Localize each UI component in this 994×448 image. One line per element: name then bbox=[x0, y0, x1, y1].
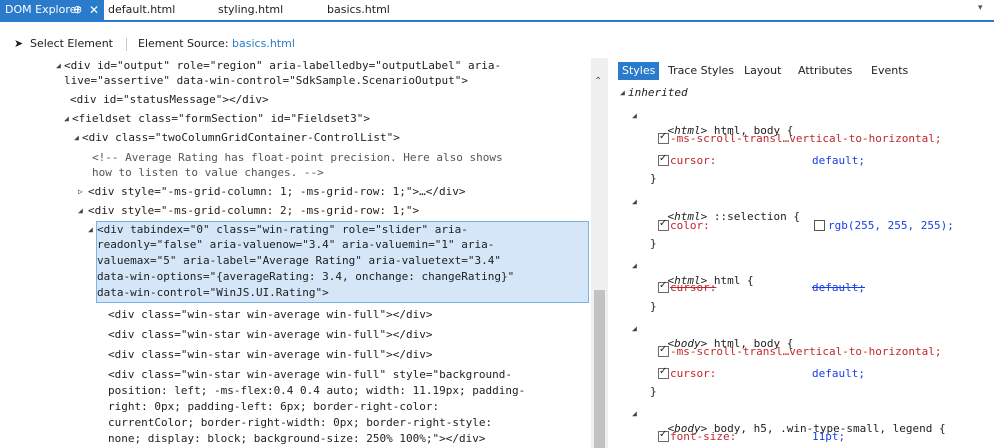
color-swatch[interactable] bbox=[814, 220, 825, 231]
collapse-triangle-icon[interactable]: ◢ bbox=[78, 203, 83, 218]
dom-node-win-rating-cont[interactable]: data-win-control="WinJS.UI.Rating"> bbox=[97, 285, 329, 300]
dom-node-win-rating-cont[interactable]: valuemax="5" aria-label="Average Rating"… bbox=[97, 253, 501, 268]
element-source-label: Element Source: bbox=[138, 37, 229, 50]
collapse-triangle-icon[interactable]: ◢ bbox=[632, 406, 637, 421]
cursor-arrow-icon: ➤ bbox=[14, 37, 24, 50]
dom-node-win-star[interactable]: <div class="win-star win-average win-ful… bbox=[108, 307, 433, 322]
styles-pane: Styles Trace Styles Layout Attributes Ev… bbox=[612, 58, 994, 448]
scroll-up-chevron-icon[interactable]: ⌃ bbox=[594, 76, 602, 87]
dom-node-fieldset[interactable]: <fieldset class="formSection" id="Fields… bbox=[72, 111, 370, 126]
dom-node-win-star-partial-cont[interactable]: right: 0px; padding-left: 6px; border-ri… bbox=[108, 399, 439, 414]
property-name[interactable]: cursor: bbox=[670, 366, 716, 381]
rule-html-html-body: <html> html, body { bbox=[667, 124, 794, 137]
rule-close-brace: } bbox=[650, 237, 657, 250]
element-source: Element Source: basics.html bbox=[138, 34, 295, 54]
property-value-overridden[interactable]: default; bbox=[812, 280, 865, 295]
dom-node-win-star-partial-cont[interactable]: none; display: block; background-size: 2… bbox=[108, 431, 486, 446]
dom-explorer-toolbar: ➤ Select Element Element Source: basics.… bbox=[0, 34, 994, 54]
tab-events[interactable]: Events bbox=[871, 62, 908, 80]
property-value[interactable]: default; bbox=[812, 153, 865, 168]
dom-node-output[interactable]: <div id="output" role="region" aria-labe… bbox=[64, 58, 501, 73]
element-source-link[interactable]: basics.html bbox=[232, 37, 295, 50]
dom-node-grid-col1[interactable]: <div style="-ms-grid-column: 1; -ms-grid… bbox=[88, 184, 466, 199]
rule-close-brace: } bbox=[650, 385, 657, 398]
property-checkbox[interactable] bbox=[658, 344, 669, 357]
dom-node-output-cont[interactable]: live="assertive" data-win-control="SdkSa… bbox=[64, 73, 468, 88]
property-name[interactable]: cursor: bbox=[670, 153, 716, 168]
dom-node-win-star-partial-cont[interactable]: currentColor; border-right-width: 0px; b… bbox=[108, 415, 492, 430]
property-checkbox[interactable] bbox=[658, 280, 669, 293]
dom-node-grid-col2[interactable]: <div style="-ms-grid-column: 2; -ms-grid… bbox=[88, 203, 419, 218]
collapse-triangle-icon[interactable]: ◢ bbox=[620, 85, 625, 100]
property-name[interactable]: font-size: bbox=[670, 429, 736, 444]
property-value[interactable]: default; bbox=[812, 366, 865, 381]
dom-node-grid-container[interactable]: <div class="twoColumnGridContainer-Contr… bbox=[82, 130, 400, 145]
property-name[interactable]: -ms-scroll-transl…vertical-to-horizontal… bbox=[670, 344, 942, 359]
dom-comment[interactable]: <!-- Average Rating has float-point prec… bbox=[92, 150, 503, 165]
property-checkbox[interactable] bbox=[658, 131, 669, 144]
tab-layout[interactable]: Layout bbox=[744, 62, 781, 80]
dom-comment-cont[interactable]: how to listen to value changes. --> bbox=[92, 165, 324, 180]
dom-node-win-star-partial-cont[interactable]: position: left; -ms-flex:0.4 0.4 auto; w… bbox=[108, 383, 525, 398]
document-tab-bar: DOM Explorer ⊕ ✕ default.html styling.ht… bbox=[0, 0, 994, 22]
dom-node-win-star[interactable]: <div class="win-star win-average win-ful… bbox=[108, 327, 433, 342]
collapse-triangle-icon[interactable]: ◢ bbox=[56, 58, 61, 73]
dom-node-win-rating-cont[interactable]: readonly="false" aria-valuenow="3.4" ari… bbox=[97, 237, 494, 252]
expand-triangle-icon[interactable]: ▷ bbox=[78, 184, 83, 199]
collapse-triangle-icon[interactable]: ◢ bbox=[64, 111, 69, 126]
pin-icon[interactable]: ⊕ bbox=[73, 0, 82, 20]
property-name[interactable]: -ms-scroll-transl…vertical-to-horizontal… bbox=[670, 131, 942, 146]
tab-attributes[interactable]: Attributes bbox=[798, 62, 852, 80]
rule-close-brace: } bbox=[650, 300, 657, 313]
tab-styles[interactable]: Styles bbox=[618, 62, 660, 80]
dom-node-win-rating-cont[interactable]: data-win-options="{averageRating: 3.4, o… bbox=[97, 269, 514, 284]
tab-basics-html[interactable]: basics.html bbox=[327, 0, 390, 20]
rule-html-selection: <html> ::selection { bbox=[667, 210, 800, 223]
collapse-triangle-icon[interactable]: ◢ bbox=[88, 222, 93, 237]
rule-html-html: <html> html { bbox=[667, 274, 754, 287]
tab-overflow-chevron-icon[interactable]: ▾ bbox=[978, 3, 990, 17]
dom-tree-view[interactable]: ◢ <div id="output" role="region" aria-la… bbox=[0, 58, 591, 448]
property-checkbox[interactable] bbox=[658, 153, 669, 166]
dom-node-win-rating[interactable]: <div tabindex="0" class="win-rating" rol… bbox=[97, 222, 468, 237]
property-checkbox[interactable] bbox=[658, 218, 669, 231]
dom-tree-scrollbar[interactable]: ⌃ bbox=[591, 58, 608, 448]
collapse-triangle-icon[interactable]: ◢ bbox=[632, 258, 637, 273]
property-name-overridden[interactable]: cursor: bbox=[670, 280, 716, 295]
tab-styling-html[interactable]: styling.html bbox=[218, 0, 283, 20]
tab-default-html[interactable]: default.html bbox=[108, 0, 175, 20]
rule-body-body-h5: <body> body, h5, .win-type-small, legend… bbox=[667, 422, 946, 435]
property-checkbox[interactable] bbox=[658, 366, 669, 379]
dom-node-status-message[interactable]: <div id="statusMessage"></div> bbox=[70, 92, 269, 107]
property-name[interactable]: color: bbox=[670, 218, 710, 233]
property-value[interactable]: 11pt; bbox=[812, 429, 845, 444]
toolbar-divider bbox=[126, 38, 127, 51]
scrollbar-thumb[interactable] bbox=[594, 290, 605, 448]
property-value[interactable]: rgb(255, 255, 255); bbox=[828, 218, 954, 233]
collapse-triangle-icon[interactable]: ◢ bbox=[632, 108, 637, 123]
tab-dom-explorer-label: DOM Explorer bbox=[5, 3, 81, 16]
collapse-triangle-icon[interactable]: ◢ bbox=[632, 194, 637, 209]
collapse-triangle-icon[interactable]: ◢ bbox=[632, 321, 637, 336]
close-icon[interactable]: ✕ bbox=[89, 0, 99, 20]
dom-node-win-star[interactable]: <div class="win-star win-average win-ful… bbox=[108, 347, 433, 362]
rule-close-brace: } bbox=[650, 172, 657, 185]
inherited-heading: inherited bbox=[628, 86, 688, 99]
dom-node-win-star-partial[interactable]: <div class="win-star win-average win-ful… bbox=[108, 367, 512, 382]
rule-body-html-body: <body> html, body { bbox=[667, 337, 794, 350]
collapse-triangle-icon[interactable]: ◢ bbox=[74, 130, 79, 145]
property-checkbox[interactable] bbox=[658, 429, 669, 442]
select-element-label: Select Element bbox=[30, 37, 113, 50]
tab-dom-explorer[interactable]: DOM Explorer ⊕ ✕ bbox=[0, 0, 104, 20]
tab-trace-styles[interactable]: Trace Styles bbox=[668, 62, 734, 80]
